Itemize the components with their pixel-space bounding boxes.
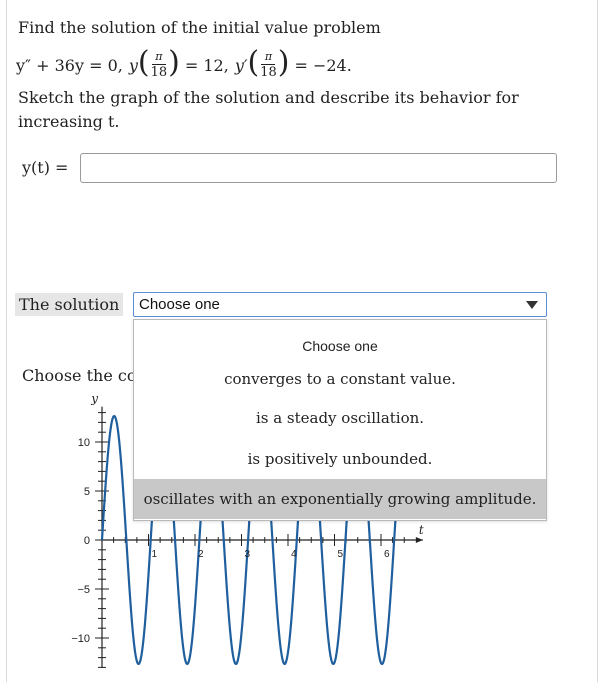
fraction-pi-18-second: π 18 [260,50,277,80]
option-exponential-oscillation[interactable]: oscillates with an exponentially growing… [134,479,546,519]
x-tick-label: 2 [198,549,204,560]
y-tick-label: 0 [84,535,90,547]
solution-answer-input[interactable] [80,153,557,183]
initial-value-1: = 12, [184,55,229,75]
fraction-numerator: π [155,50,163,63]
choose-graph-label: Choose the co [22,366,137,385]
solution-behavior-select[interactable]: Choose one [133,292,547,317]
x-tick-label: 1 [152,549,158,560]
solution-behavior-label: The solution [15,293,124,316]
x-tick-label: 3 [245,549,251,560]
x-axis-arrow-icon [415,537,423,543]
y-tick-label: −10 [71,633,90,645]
sketch-instruction-cont: increasing t. [18,112,120,131]
option-converges[interactable]: converges to a constant value. [134,370,546,388]
dropdown-header: Choose one [302,338,378,354]
solution-options-dropdown: Choose one converges to a constant value… [133,319,547,521]
dropdown-arrow-icon[interactable] [526,301,538,309]
y-tick-label: 5 [84,486,90,498]
problem-statement: Find the solution of the initial value p… [18,18,381,37]
right-paren-2: ) [277,45,290,80]
left-paren: ( [137,45,150,80]
option-steady-oscillation[interactable]: is a steady oscillation. [134,409,546,427]
x-tick-label: 6 [384,549,390,560]
x-axis-label: t [419,523,424,537]
initial-value-equation: y″ + 36y = 0, y ( π 18 ) = 12, y′ ( π 18… [16,47,352,83]
ode-text: y″ + 36y = 0, [16,55,123,75]
y-tick-label: 10 [78,437,90,449]
x-tick-label: 5 [338,549,344,560]
right-paren: ) [168,45,180,80]
y-prime-symbol: y′ [234,55,248,75]
y-tick-label: −5 [77,584,90,596]
option-positively-unbounded[interactable]: is positively unbounded. [134,450,546,468]
fraction-pi-18: π 18 [150,50,168,80]
y-symbol: y [128,55,138,75]
left-paren-2: ( [247,45,260,80]
fraction-numerator-2: π [264,50,273,63]
answer-label: y(t) = [22,158,69,177]
x-tick-label: 4 [291,549,297,560]
initial-value-2: = −24. [294,55,352,75]
y-axis-label: y [90,392,98,406]
fraction-denominator-2: 18 [260,65,277,80]
sketch-instruction: Sketch the graph of the solution and des… [18,88,519,107]
fraction-denominator: 18 [150,65,168,80]
select-current-value: Choose one [139,296,220,313]
